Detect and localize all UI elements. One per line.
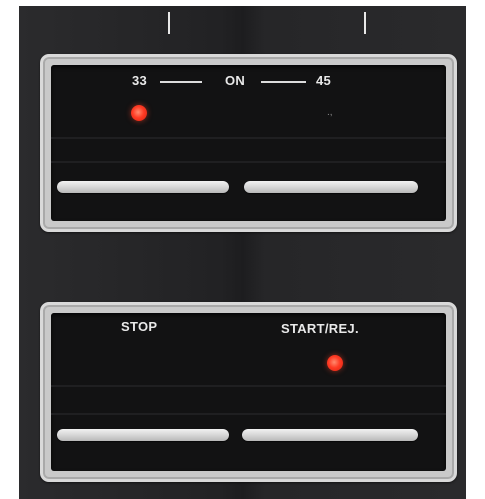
speed-45-button[interactable] [244, 181, 418, 193]
alignment-tick-right [364, 12, 366, 34]
speed-33-button[interactable] [57, 181, 229, 193]
speed-selector-panel: 33 ON 45 ., [40, 54, 457, 232]
power-on-label: ON [225, 73, 246, 88]
start-reject-indicator-led [327, 355, 343, 371]
speed-45-label: 45 [316, 73, 332, 88]
stop-button[interactable] [57, 429, 229, 441]
start-reject-label: START/REJ. [281, 321, 359, 336]
speed-33-label: 33 [132, 73, 148, 88]
speed-rule-left [160, 81, 202, 83]
speed-33-indicator-led [131, 105, 147, 121]
panel-seam [51, 385, 446, 387]
transport-control-face: STOP START/REJ. [51, 313, 446, 471]
panel-speck: ., [327, 107, 333, 118]
start-reject-button[interactable] [242, 429, 418, 441]
alignment-tick-left [168, 12, 170, 34]
stop-label: STOP [121, 319, 158, 334]
panel-seam [51, 161, 446, 163]
panel-seam [51, 137, 446, 139]
transport-control-panel: STOP START/REJ. [40, 302, 457, 482]
speed-selector-face: 33 ON 45 ., [51, 65, 446, 221]
panel-seam [51, 413, 446, 415]
speed-rule-right [261, 81, 306, 83]
